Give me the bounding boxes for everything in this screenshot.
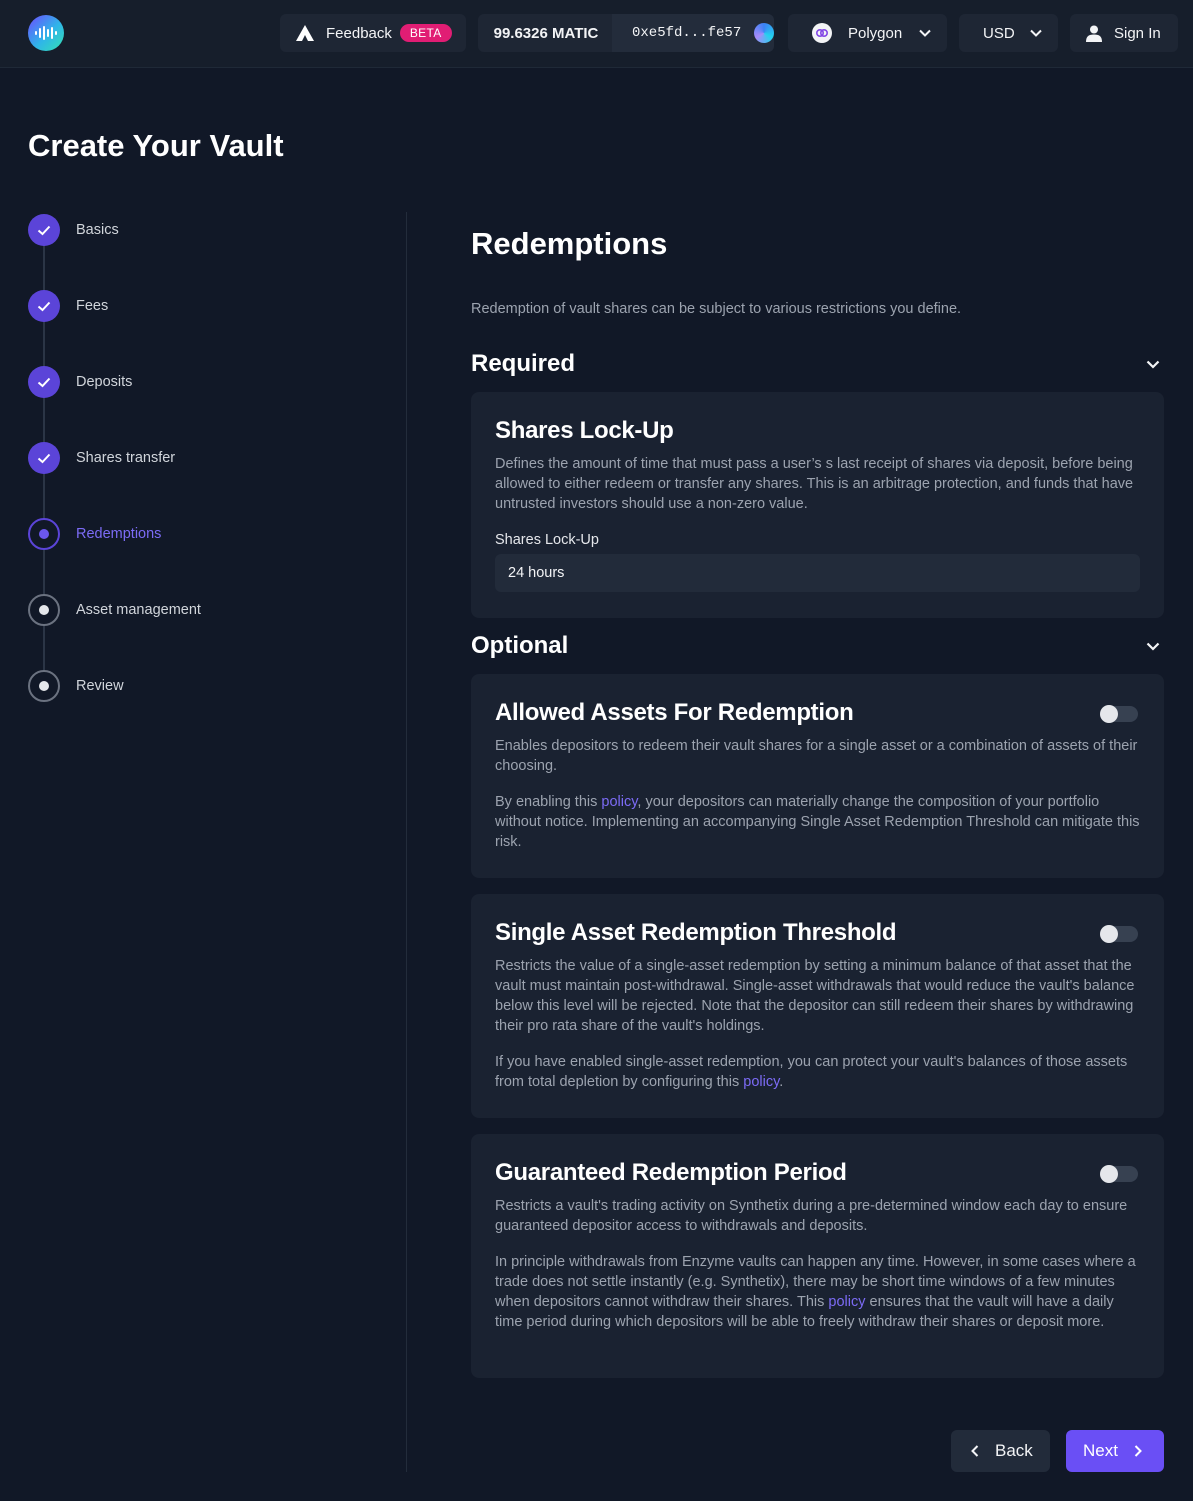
check-icon xyxy=(28,442,60,474)
section-title: Redemptions xyxy=(471,226,668,261)
card-description: Restricts the value of a single-asset re… xyxy=(495,958,1135,1034)
allowed-assets-card: Allowed Assets For Redemption Enables de… xyxy=(471,674,1164,878)
next-button[interactable]: Next xyxy=(1066,1430,1164,1472)
step-fees[interactable]: Fees xyxy=(28,290,108,322)
optional-heading: Optional xyxy=(471,632,569,659)
step-basics[interactable]: Basics xyxy=(28,214,119,246)
vertical-divider xyxy=(406,212,407,1472)
pending-step-icon xyxy=(28,594,60,626)
user-icon xyxy=(1086,25,1102,42)
policy-link[interactable]: policy xyxy=(828,1294,865,1310)
step-redemptions[interactable]: Redemptions xyxy=(28,518,161,550)
optional-group-header[interactable]: Optional xyxy=(471,631,1164,661)
chevron-down-icon[interactable] xyxy=(1146,360,1160,369)
step-label: Shares transfer xyxy=(76,450,176,466)
chevron-left-icon xyxy=(971,1445,979,1457)
card-note: If you have enabled single-asset redempt… xyxy=(495,1054,1128,1090)
next-label: Next xyxy=(1083,1441,1118,1460)
network-select[interactable]: Polygon xyxy=(788,14,947,52)
card-description: Defines the amount of time that must pas… xyxy=(495,456,1134,512)
wallet-avatar-icon xyxy=(754,23,774,43)
currency-label: USD xyxy=(983,24,1015,42)
check-icon xyxy=(28,214,60,246)
step-review[interactable]: Review xyxy=(28,670,124,702)
lockup-input[interactable]: 24 hours xyxy=(495,554,1140,592)
lockup-field-label: Shares Lock-Up xyxy=(495,532,599,548)
chevron-down-icon xyxy=(1030,29,1042,37)
check-icon xyxy=(28,290,60,322)
sign-in-label: Sign In xyxy=(1114,24,1161,42)
card-title: Single Asset Redemption Threshold xyxy=(495,919,897,946)
step-label: Asset management xyxy=(76,602,201,618)
card-title: Shares Lock-Up xyxy=(495,417,674,444)
top-header: Feedback BETA 99.6326 MATIC 0xe5fd...fe5… xyxy=(0,0,1193,68)
back-label: Back xyxy=(995,1441,1033,1460)
card-description: Restricts a vault's trading activity on … xyxy=(495,1198,1128,1234)
step-deposits[interactable]: Deposits xyxy=(28,366,132,398)
guaranteed-redemption-card: Guaranteed Redemption Period Restricts a… xyxy=(471,1134,1164,1378)
back-button[interactable]: Back xyxy=(951,1430,1050,1472)
page-title: Create Your Vault xyxy=(28,128,284,163)
feedback-label: Feedback xyxy=(326,24,392,42)
check-icon xyxy=(28,366,60,398)
step-label: Deposits xyxy=(76,374,133,390)
feedback-icon xyxy=(296,25,314,41)
step-shares-transfer[interactable]: Shares transfer xyxy=(28,442,175,474)
shares-lockup-card: Shares Lock-Up Defines the amount of tim… xyxy=(471,392,1164,618)
card-description: Enables depositors to redeem their vault… xyxy=(495,738,1138,774)
network-label: Polygon xyxy=(848,24,903,42)
section-description: Redemption of vault shares can be subjec… xyxy=(471,301,962,317)
chevron-right-icon xyxy=(1134,1445,1142,1457)
chevron-down-icon xyxy=(919,29,931,37)
feedback-button[interactable]: Feedback BETA xyxy=(280,14,466,52)
guaranteed-redemption-toggle[interactable] xyxy=(1100,1165,1138,1183)
step-label: Review xyxy=(76,678,124,694)
chevron-down-icon[interactable] xyxy=(1146,642,1160,651)
step-label: Basics xyxy=(76,222,119,238)
single-asset-threshold-card: Single Asset Redemption Threshold Restri… xyxy=(471,894,1164,1118)
required-group-header[interactable]: Required xyxy=(471,349,1164,379)
sign-in-button[interactable]: Sign In xyxy=(1070,14,1178,52)
step-label: Fees xyxy=(76,298,109,314)
step-asset-management[interactable]: Asset management xyxy=(28,594,201,626)
wallet-address: 0xe5fd...fe57 xyxy=(632,25,742,41)
single-asset-threshold-toggle[interactable] xyxy=(1100,925,1138,943)
pending-step-icon xyxy=(28,670,60,702)
step-label: Redemptions xyxy=(76,526,162,542)
card-title: Guaranteed Redemption Period xyxy=(495,1159,847,1186)
enzyme-logo-icon[interactable] xyxy=(28,15,64,51)
beta-badge: BETA xyxy=(399,24,452,42)
allowed-assets-toggle[interactable] xyxy=(1100,705,1138,723)
card-title: Allowed Assets For Redemption xyxy=(495,699,854,726)
card-note: In principle withdrawals from Enzyme vau… xyxy=(495,1254,1136,1330)
policy-link[interactable]: policy xyxy=(601,794,637,810)
policy-link[interactable]: policy xyxy=(743,1074,779,1090)
required-heading: Required xyxy=(471,350,576,377)
wallet-balance: 99.6326 MATIC xyxy=(478,14,614,52)
polygon-icon xyxy=(812,23,832,43)
card-note: By enabling this policy, your depositors… xyxy=(495,794,1140,850)
wallet-address-button[interactable]: 0xe5fd...fe57 xyxy=(612,14,774,52)
currency-select[interactable]: USD xyxy=(959,14,1058,52)
current-step-icon xyxy=(28,518,60,550)
